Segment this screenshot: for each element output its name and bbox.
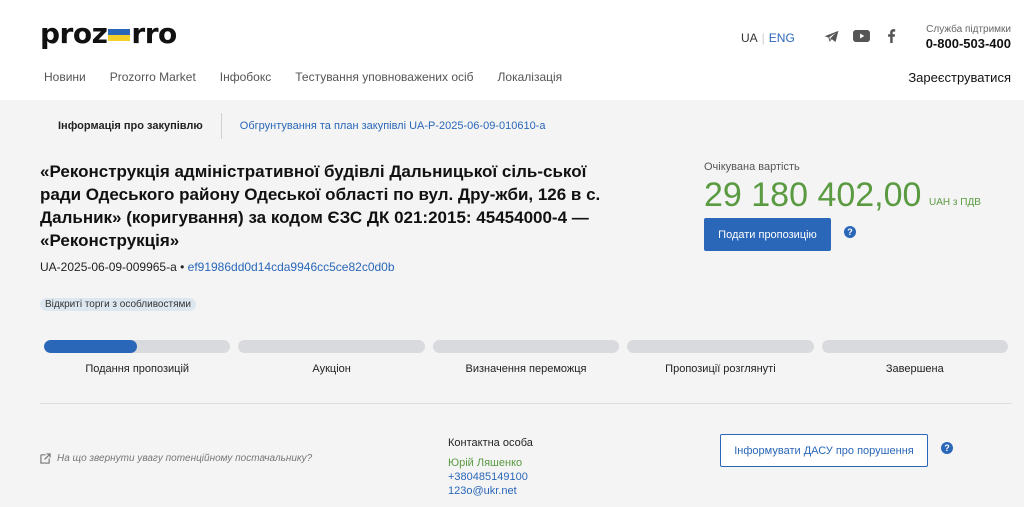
stage-label-review: Пропозиції розглянуті (665, 363, 776, 375)
contact-phone[interactable]: +380485149100 (448, 470, 533, 484)
help-icon[interactable]: ? (844, 226, 856, 238)
progress-bar-qualification (432, 340, 620, 353)
nav-item-market[interactable]: Prozorro Market (110, 70, 196, 84)
tab-plan[interactable]: Обгрунтування та план закупівлі UA-P-202… (222, 120, 546, 132)
stage-label-qualification: Визначення переможця (465, 363, 587, 375)
progress-bar-auction (238, 340, 425, 353)
support-label: Служба підтримки (926, 24, 1011, 35)
submit-bid-button[interactable]: Подати пропозицію (704, 218, 831, 251)
lang-separator: | (761, 31, 765, 45)
price-currency: UAH з ПДВ (929, 197, 981, 208)
tender-ids: UA-2025-06-09-009965-a • ef91986dd0d14cd… (40, 260, 395, 274)
register-link[interactable]: Зареєструватися (908, 70, 1011, 85)
support-phone[interactable]: 0-800-503-400 (926, 36, 1011, 51)
site-header: proz rro UA | ENG Служба підтримки 0-800-5… (0, 0, 1024, 100)
social-links (822, 27, 900, 45)
tender-page: Інформація про закупівлю Обгрунтування т… (0, 100, 1024, 507)
nav-item-testing[interactable]: Тестування уповноважених осіб (295, 70, 473, 84)
external-link-icon (40, 453, 51, 464)
contact-email[interactable]: 123o@ukr.net (448, 484, 533, 498)
progress-fill (44, 340, 138, 353)
price-label: Очікувана вартість (704, 161, 800, 173)
ukraine-flag-icon (108, 29, 131, 41)
logo-text-right: rro (131, 17, 177, 50)
tender-tabs: Інформація про закупівлю Обгрунтування т… (40, 113, 545, 139)
stage-label-auction: Аукціон (312, 363, 351, 375)
nav-item-infobox[interactable]: Інфобокс (220, 70, 271, 84)
progress-bar-complete (821, 340, 1009, 353)
tab-info[interactable]: Інформація про закупівлю (40, 113, 222, 139)
lang-eng[interactable]: ENG (769, 31, 795, 45)
contact-name: Юрій Ляшенко (448, 457, 523, 469)
supplier-hint-link[interactable]: На що звернути увагу потенційному постач… (40, 453, 312, 464)
stage-label-complete: Завершена (885, 363, 944, 375)
logo-text-left: proz (40, 17, 108, 50)
tender-hash-link[interactable]: ef91986dd0d14cda9946cc5ce82c0d0b (188, 260, 395, 274)
contact-person: Контактна особа Юрій Ляшенко +3804851491… (448, 436, 533, 498)
expected-price: 29 180 402,00 (704, 176, 922, 214)
progress-bar-review (627, 340, 814, 353)
tender-id: UA-2025-06-09-009965-a (40, 260, 177, 274)
contact-label: Контактна особа (448, 437, 533, 449)
progress-bar-submission (44, 340, 231, 353)
supplier-hint-text: На що звернути увагу потенційному постач… (57, 453, 313, 464)
section-divider (40, 403, 1012, 404)
youtube-icon[interactable] (852, 27, 870, 45)
help-icon-report[interactable]: ? (941, 442, 953, 454)
main-nav: Новини Prozorro Market Інфобокс Тестуван… (44, 70, 562, 84)
telegram-icon[interactable] (822, 27, 840, 45)
support-block: Служба підтримки 0-800-503-400 (926, 24, 1011, 51)
language-switcher: UA | ENG (741, 31, 795, 45)
prozorro-logo[interactable]: proz rro (40, 17, 177, 50)
id-bullet: • (180, 260, 185, 274)
tender-progress: Подання пропозицій Аукціон Визначення пе… (44, 340, 1009, 375)
nav-item-localization[interactable]: Локалізація (498, 70, 563, 84)
report-dasu-button[interactable]: Інформувати ДАСУ про порушення (720, 434, 928, 467)
facebook-icon[interactable] (882, 27, 900, 45)
tender-title: «Реконструкція адміністративної будівлі … (40, 162, 601, 250)
nav-item-news[interactable]: Новини (44, 70, 86, 84)
stage-label-submission: Подання пропозицій (85, 363, 190, 375)
procedure-badge: Відкриті торги з особливостями (40, 298, 196, 311)
lang-ua[interactable]: UA (741, 31, 758, 45)
